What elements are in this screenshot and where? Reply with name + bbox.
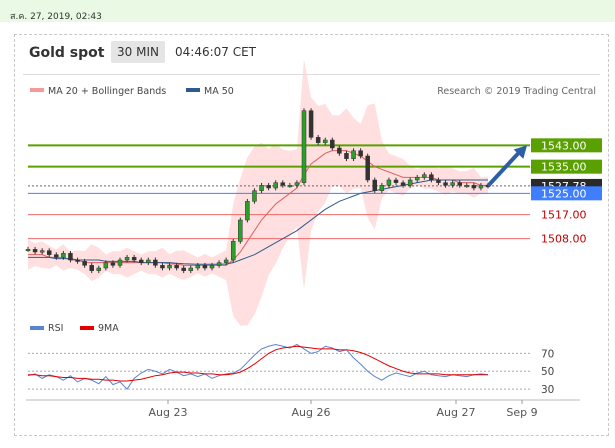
candle-body [146, 259, 151, 263]
candle-body [110, 262, 116, 266]
candle [365, 153, 370, 183]
level-label-1525.00: 1525.00 [541, 187, 587, 200]
x-tick-label: Aug 27 [437, 406, 476, 419]
candle [230, 238, 236, 263]
bollinger-band [28, 59, 488, 326]
level-label-1535.00: 1535.00 [541, 161, 587, 174]
candle [252, 188, 257, 204]
candle-body [131, 257, 137, 261]
candle-body [358, 150, 363, 157]
candle-body [344, 153, 349, 159]
legend-ma50: MA 50 [204, 86, 234, 97]
candle [245, 198, 250, 223]
x-tick-label: Aug 26 [292, 406, 331, 419]
candle-body [117, 259, 123, 266]
candle-body [216, 262, 222, 266]
candle-body [294, 182, 300, 186]
candle-body [457, 182, 462, 186]
candle-body [96, 267, 102, 271]
candle-body [103, 262, 109, 269]
candle-body [450, 182, 455, 186]
candle [308, 108, 314, 140]
candle-body [202, 265, 208, 269]
candle-body [46, 250, 52, 255]
candle-body [372, 179, 378, 191]
rsi-tick-50: 50 [541, 366, 554, 378]
candle-body [436, 179, 441, 183]
x-tick-label: Sep 9 [506, 406, 537, 419]
candle-body [301, 110, 307, 183]
level-label-1517.00: 1517.00 [541, 209, 587, 222]
candle-body [252, 190, 257, 202]
candle-body [75, 259, 80, 262]
candle-body [393, 179, 399, 183]
candle-body [61, 253, 66, 258]
legend-rsi: RSI [48, 323, 63, 334]
credit-label: Research © 2019 Trading Central [437, 86, 596, 97]
candle-body [407, 179, 413, 186]
legend-ma20-bb: MA 20 + Bollinger Bands [48, 86, 166, 97]
candle-body [174, 265, 179, 269]
candle-body [266, 185, 271, 189]
candle-body [386, 179, 392, 186]
candle-body [464, 185, 470, 188]
candle-body [315, 137, 321, 143]
candle-body [188, 267, 194, 271]
candle-body [238, 219, 243, 242]
candle-body [54, 254, 59, 258]
candle-body [209, 265, 215, 269]
candle-body [195, 265, 201, 269]
legend-swatch-9ma [80, 326, 94, 330]
candle-body [181, 267, 186, 271]
rsi-tick-30: 30 [541, 384, 554, 396]
level-label-1508.00: 1508.00 [541, 233, 587, 246]
rsi-tick-70: 70 [541, 348, 554, 360]
candle-body [68, 253, 73, 261]
legend-swatch-ma20-bb [30, 88, 44, 92]
candle-body [400, 182, 406, 186]
candle-body [153, 259, 158, 266]
candle [238, 217, 243, 244]
candle-body [379, 185, 385, 191]
candle-body [25, 249, 31, 252]
candle-body [429, 174, 434, 181]
candle-body [478, 185, 484, 189]
candle-body [337, 147, 342, 154]
candle-body [245, 201, 250, 221]
candle-body [351, 150, 356, 159]
candle-body [259, 185, 264, 191]
candle-body [365, 155, 370, 181]
candle-body [223, 259, 229, 263]
candle-body [273, 182, 278, 189]
candle [372, 177, 378, 194]
candle-body [422, 174, 427, 178]
candle [301, 108, 307, 186]
candle-body [160, 265, 165, 269]
price-chart: MA 20 + Bollinger Bands MA 50 Research ©… [25, 59, 602, 419]
x-tick-label: Aug 23 [149, 406, 188, 419]
level-label-1543.00: 1543.00 [541, 139, 587, 152]
candle-body [443, 182, 448, 186]
candle-body [287, 185, 293, 188]
candle-body [82, 261, 87, 266]
legend-swatch-rsi [30, 326, 44, 330]
candle-body [330, 139, 335, 149]
projection-arrow-shaft [486, 148, 523, 188]
candle-body [414, 177, 420, 181]
rsi-series-RSI [27, 343, 489, 390]
candle-body [39, 250, 45, 253]
candle-body [138, 259, 144, 263]
candle-body [124, 257, 130, 261]
candle-body [167, 265, 172, 269]
legend-9ma: 9MA [98, 323, 119, 334]
legend-swatch-ma50 [186, 88, 200, 92]
candle-body [230, 241, 236, 261]
candle-body [89, 265, 94, 271]
candle-body [322, 139, 328, 143]
candle-body [308, 110, 314, 138]
candle-body [280, 182, 286, 186]
candle-body [471, 185, 477, 189]
candle-body [32, 249, 38, 253]
